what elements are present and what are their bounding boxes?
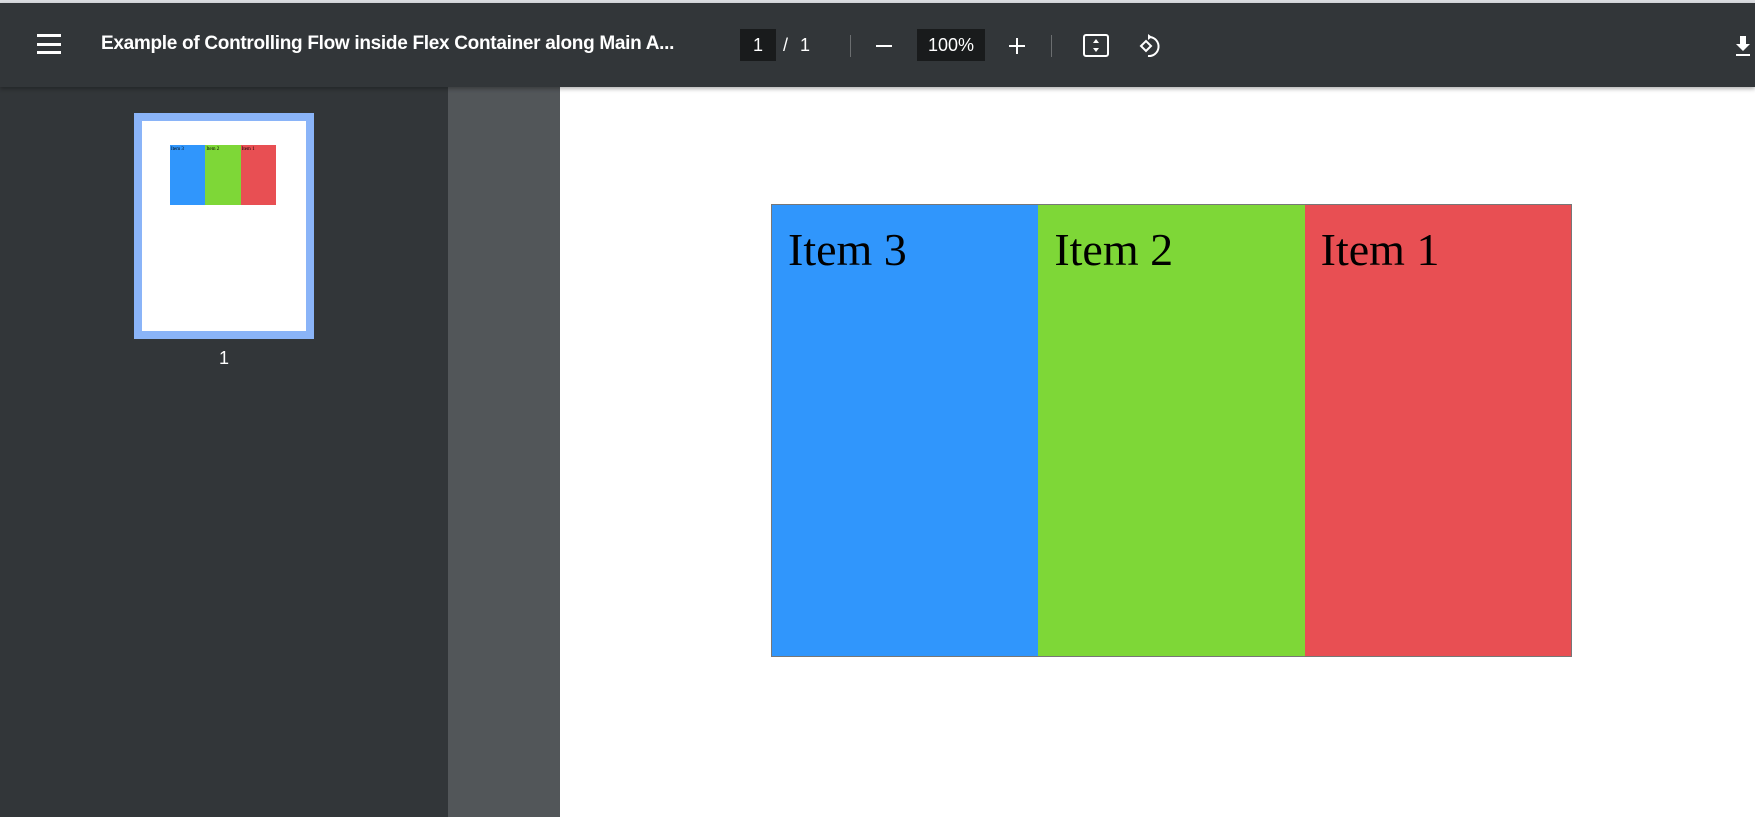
download-icon[interactable] [1728,31,1755,61]
flex-item-1: Item 1 [1304,205,1571,656]
page-thumbnail[interactable]: Item 3 Item 2 Item 1 [134,113,314,339]
thumbnail-item: Item 3 [170,145,206,205]
divider [1051,35,1052,57]
menu-icon[interactable] [37,34,61,54]
zoom-input[interactable]: 100% [917,29,985,61]
document-title: Example of Controlling Flow inside Flex … [101,33,675,54]
zoom-in-button[interactable] [1002,31,1032,61]
zoom-out-button[interactable] [869,31,899,61]
page-total: 1 [800,35,811,55]
fit-page-icon[interactable] [1081,31,1111,61]
thumbnail-item: Item 2 [205,145,241,205]
flex-container: Item 3 Item 2 Item 1 [771,204,1572,657]
thumbnail-item: Item 1 [240,145,276,205]
flex-item-2: Item 2 [1038,205,1305,656]
page-separator: / [783,35,789,55]
divider [850,35,851,57]
pdf-toolbar: Example of Controlling Flow inside Flex … [0,3,1755,87]
flex-item-3: Item 3 [772,205,1039,656]
page-number-input[interactable]: 1 [740,29,776,61]
thumbnail-page: Item 3 Item 2 Item 1 [142,121,306,331]
thumbnail-label: 1 [218,348,229,368]
rotate-icon[interactable] [1135,31,1165,61]
pdf-page: Item 3 Item 2 Item 1 [560,87,1755,817]
thumbnail-flex-container: Item 3 Item 2 Item 1 [170,145,276,205]
